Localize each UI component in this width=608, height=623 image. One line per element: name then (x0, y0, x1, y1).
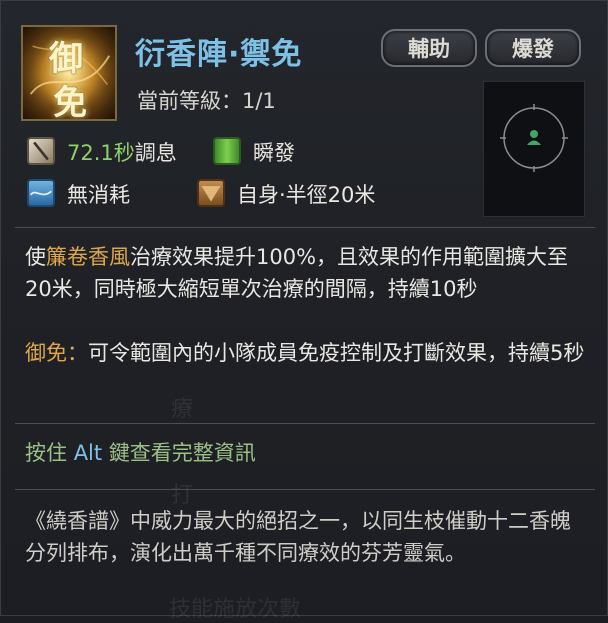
skill-icon: 御 免 (21, 25, 117, 121)
divider (15, 489, 595, 490)
skill-name: 衍香陣·禦免 (135, 37, 303, 72)
background-ghost-text: 療 (171, 397, 194, 422)
range-circle-icon (500, 104, 568, 172)
cooldown-label: 調息 (134, 141, 177, 165)
divider (15, 423, 595, 424)
background-ghost-text: 技能施放次數 (169, 597, 302, 622)
range: 自身·半徑20米 (237, 183, 376, 207)
desc-prefix: 使 (25, 245, 46, 269)
effect-label: 御免： (25, 341, 88, 365)
hint-prefix: 按住 (25, 441, 67, 465)
divider (15, 227, 595, 228)
wave-icon (27, 179, 55, 207)
effect-body: 可令範圍內的小隊成員免疫控制及打斷效果，持續5秒 (88, 341, 585, 365)
cooldown-stat: 72.1秒調息 (67, 137, 177, 167)
tag-burst: 爆發 (485, 29, 581, 67)
linked-skill-name: 簾卷香風 (46, 245, 130, 269)
hint-suffix: 鍵查看完整資訊 (108, 441, 256, 465)
range-preview (483, 81, 585, 217)
cooldown-value: 72.1秒 (67, 141, 135, 165)
skill-icon-glyph: 御 (49, 39, 83, 79)
hourglass-icon (27, 137, 55, 165)
skill-level: 當前等級：1/1 (137, 89, 276, 113)
alt-hint: 按住 Alt 鍵查看完整資訊 (25, 437, 256, 467)
hint-key: Alt (73, 441, 103, 465)
green-bar-icon (213, 137, 241, 165)
skill-description: 使簾卷香風治療效果提升100%，且效果的作用範圍擴大至20米，同時極大縮短單次治… (25, 241, 585, 305)
skill-tooltip: 療 打 技能施放次數 御 免 衍香陣·禦免 當前等級：1/1 輔助 爆發 72.… (0, 0, 608, 622)
cast-type: 瞬發 (253, 141, 295, 165)
lore-text: 《繞香譜》中威力最大的絕招之一，以同生枝催動十二香魄分列排布，演化出萬千種不同療… (25, 509, 571, 565)
skill-description-extra: 御免：可令範圍內的小隊成員免疫控制及打斷效果，持續5秒 (25, 337, 585, 369)
skill-icon-glyph: 免 (53, 83, 87, 121)
cost: 無消耗 (67, 183, 130, 207)
triangle-range-icon (197, 179, 225, 207)
tag-support: 輔助 (381, 29, 477, 67)
